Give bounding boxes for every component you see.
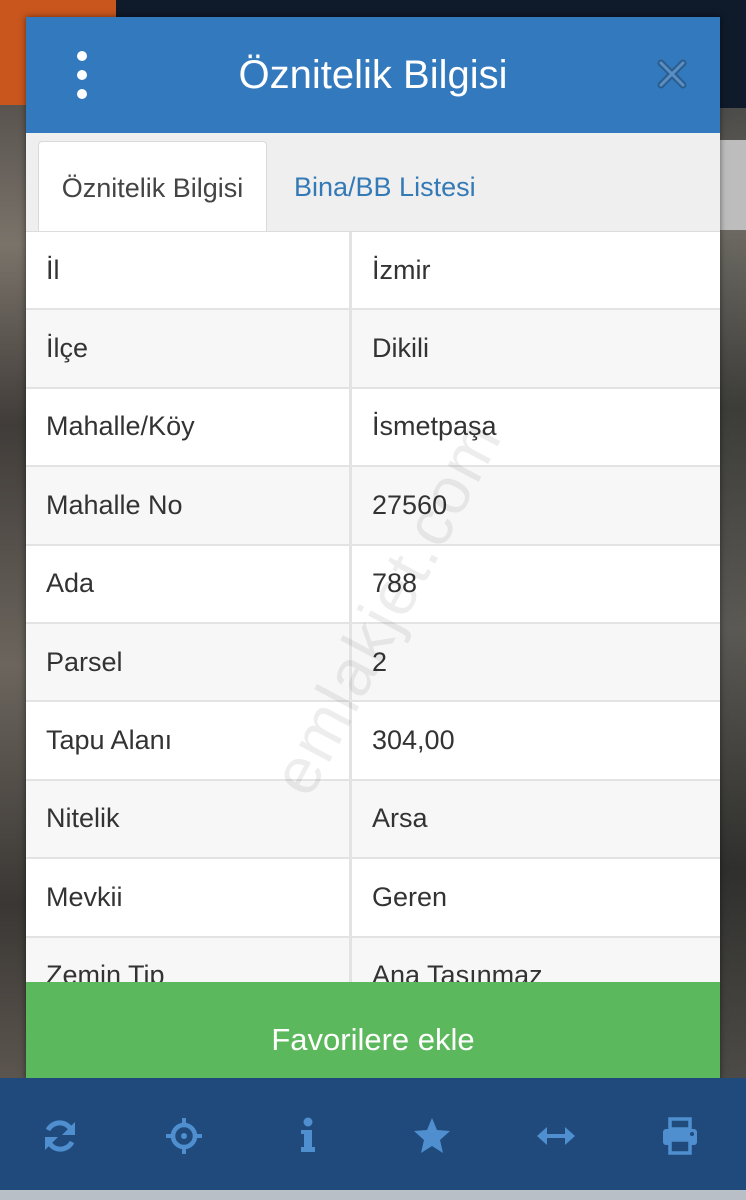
attribute-label: Tapu Alanı xyxy=(26,702,352,779)
attribute-value: Geren xyxy=(352,859,720,936)
attribute-label: Zemin Tip xyxy=(26,937,352,982)
attribute-label: İl xyxy=(26,232,352,309)
attribute-label: Nitelik xyxy=(26,780,352,858)
table-row: Mahalle No 27560 xyxy=(26,467,720,546)
table-row: Mevkii Geren xyxy=(26,859,720,938)
tab-attribute-info[interactable]: Öznitelik Bilgisi xyxy=(38,141,267,231)
attribute-value: Dikili xyxy=(352,310,720,387)
tab-building-list[interactable]: Bina/BB Listesi xyxy=(274,141,496,231)
table-row: Mahalle/Köy İsmetpaşa xyxy=(26,388,720,468)
more-vertical-icon[interactable] xyxy=(68,51,96,99)
table-row: Ada 788 xyxy=(26,545,720,624)
attribute-value: 788 xyxy=(352,545,720,622)
attribute-label: Ada xyxy=(26,545,352,622)
map-strip-right-gray xyxy=(720,140,746,230)
print-icon[interactable] xyxy=(660,1116,700,1156)
toolbar-bottom-edge xyxy=(0,1190,746,1200)
table-row: Zemin Tip Ana Taşınmaz xyxy=(26,937,720,982)
attribute-table: İl İzmir İlçe Dikili Mahalle/Köy İsmetpa… xyxy=(26,232,720,982)
refresh-icon[interactable] xyxy=(40,1116,80,1156)
table-row: Tapu Alanı 304,00 xyxy=(26,702,720,781)
attribute-label: Mevkii xyxy=(26,859,352,936)
attribute-value: Ana Taşınmaz xyxy=(352,937,720,982)
attribute-label: Mahalle/Köy xyxy=(26,388,352,466)
locate-crosshair-icon[interactable] xyxy=(164,1116,204,1156)
attribute-value: 27560 xyxy=(352,467,720,544)
table-row: İlçe Dikili xyxy=(26,310,720,389)
attribute-value: 2 xyxy=(352,623,720,701)
star-icon[interactable] xyxy=(412,1116,452,1156)
attribute-value: 304,00 xyxy=(352,702,720,779)
info-icon[interactable] xyxy=(288,1116,328,1156)
map-strip-left xyxy=(0,105,26,1088)
attribute-label: İlçe xyxy=(26,310,352,387)
table-row: Nitelik Arsa xyxy=(26,780,720,860)
attribute-label: Parsel xyxy=(26,623,352,701)
attribute-value: Arsa xyxy=(352,780,720,858)
map-strip-right xyxy=(720,108,746,1088)
table-row: İl İzmir xyxy=(26,232,720,311)
attribute-label: Mahalle No xyxy=(26,467,352,544)
horizontal-arrows-icon[interactable] xyxy=(536,1116,576,1156)
attribute-info-dialog: Öznitelik Bilgisi Öznitelik Bilgisi Bina… xyxy=(26,17,720,1097)
close-icon[interactable] xyxy=(655,57,689,91)
attribute-value: İzmir xyxy=(352,232,720,309)
tab-bar: Öznitelik Bilgisi Bina/BB Listesi xyxy=(26,133,720,232)
dialog-title: Öznitelik Bilgisi xyxy=(238,53,508,97)
bottom-toolbar xyxy=(0,1078,746,1190)
table-row: Parsel 2 xyxy=(26,623,720,703)
attribute-value: İsmetpaşa xyxy=(352,388,720,466)
dialog-header: Öznitelik Bilgisi xyxy=(26,17,720,133)
